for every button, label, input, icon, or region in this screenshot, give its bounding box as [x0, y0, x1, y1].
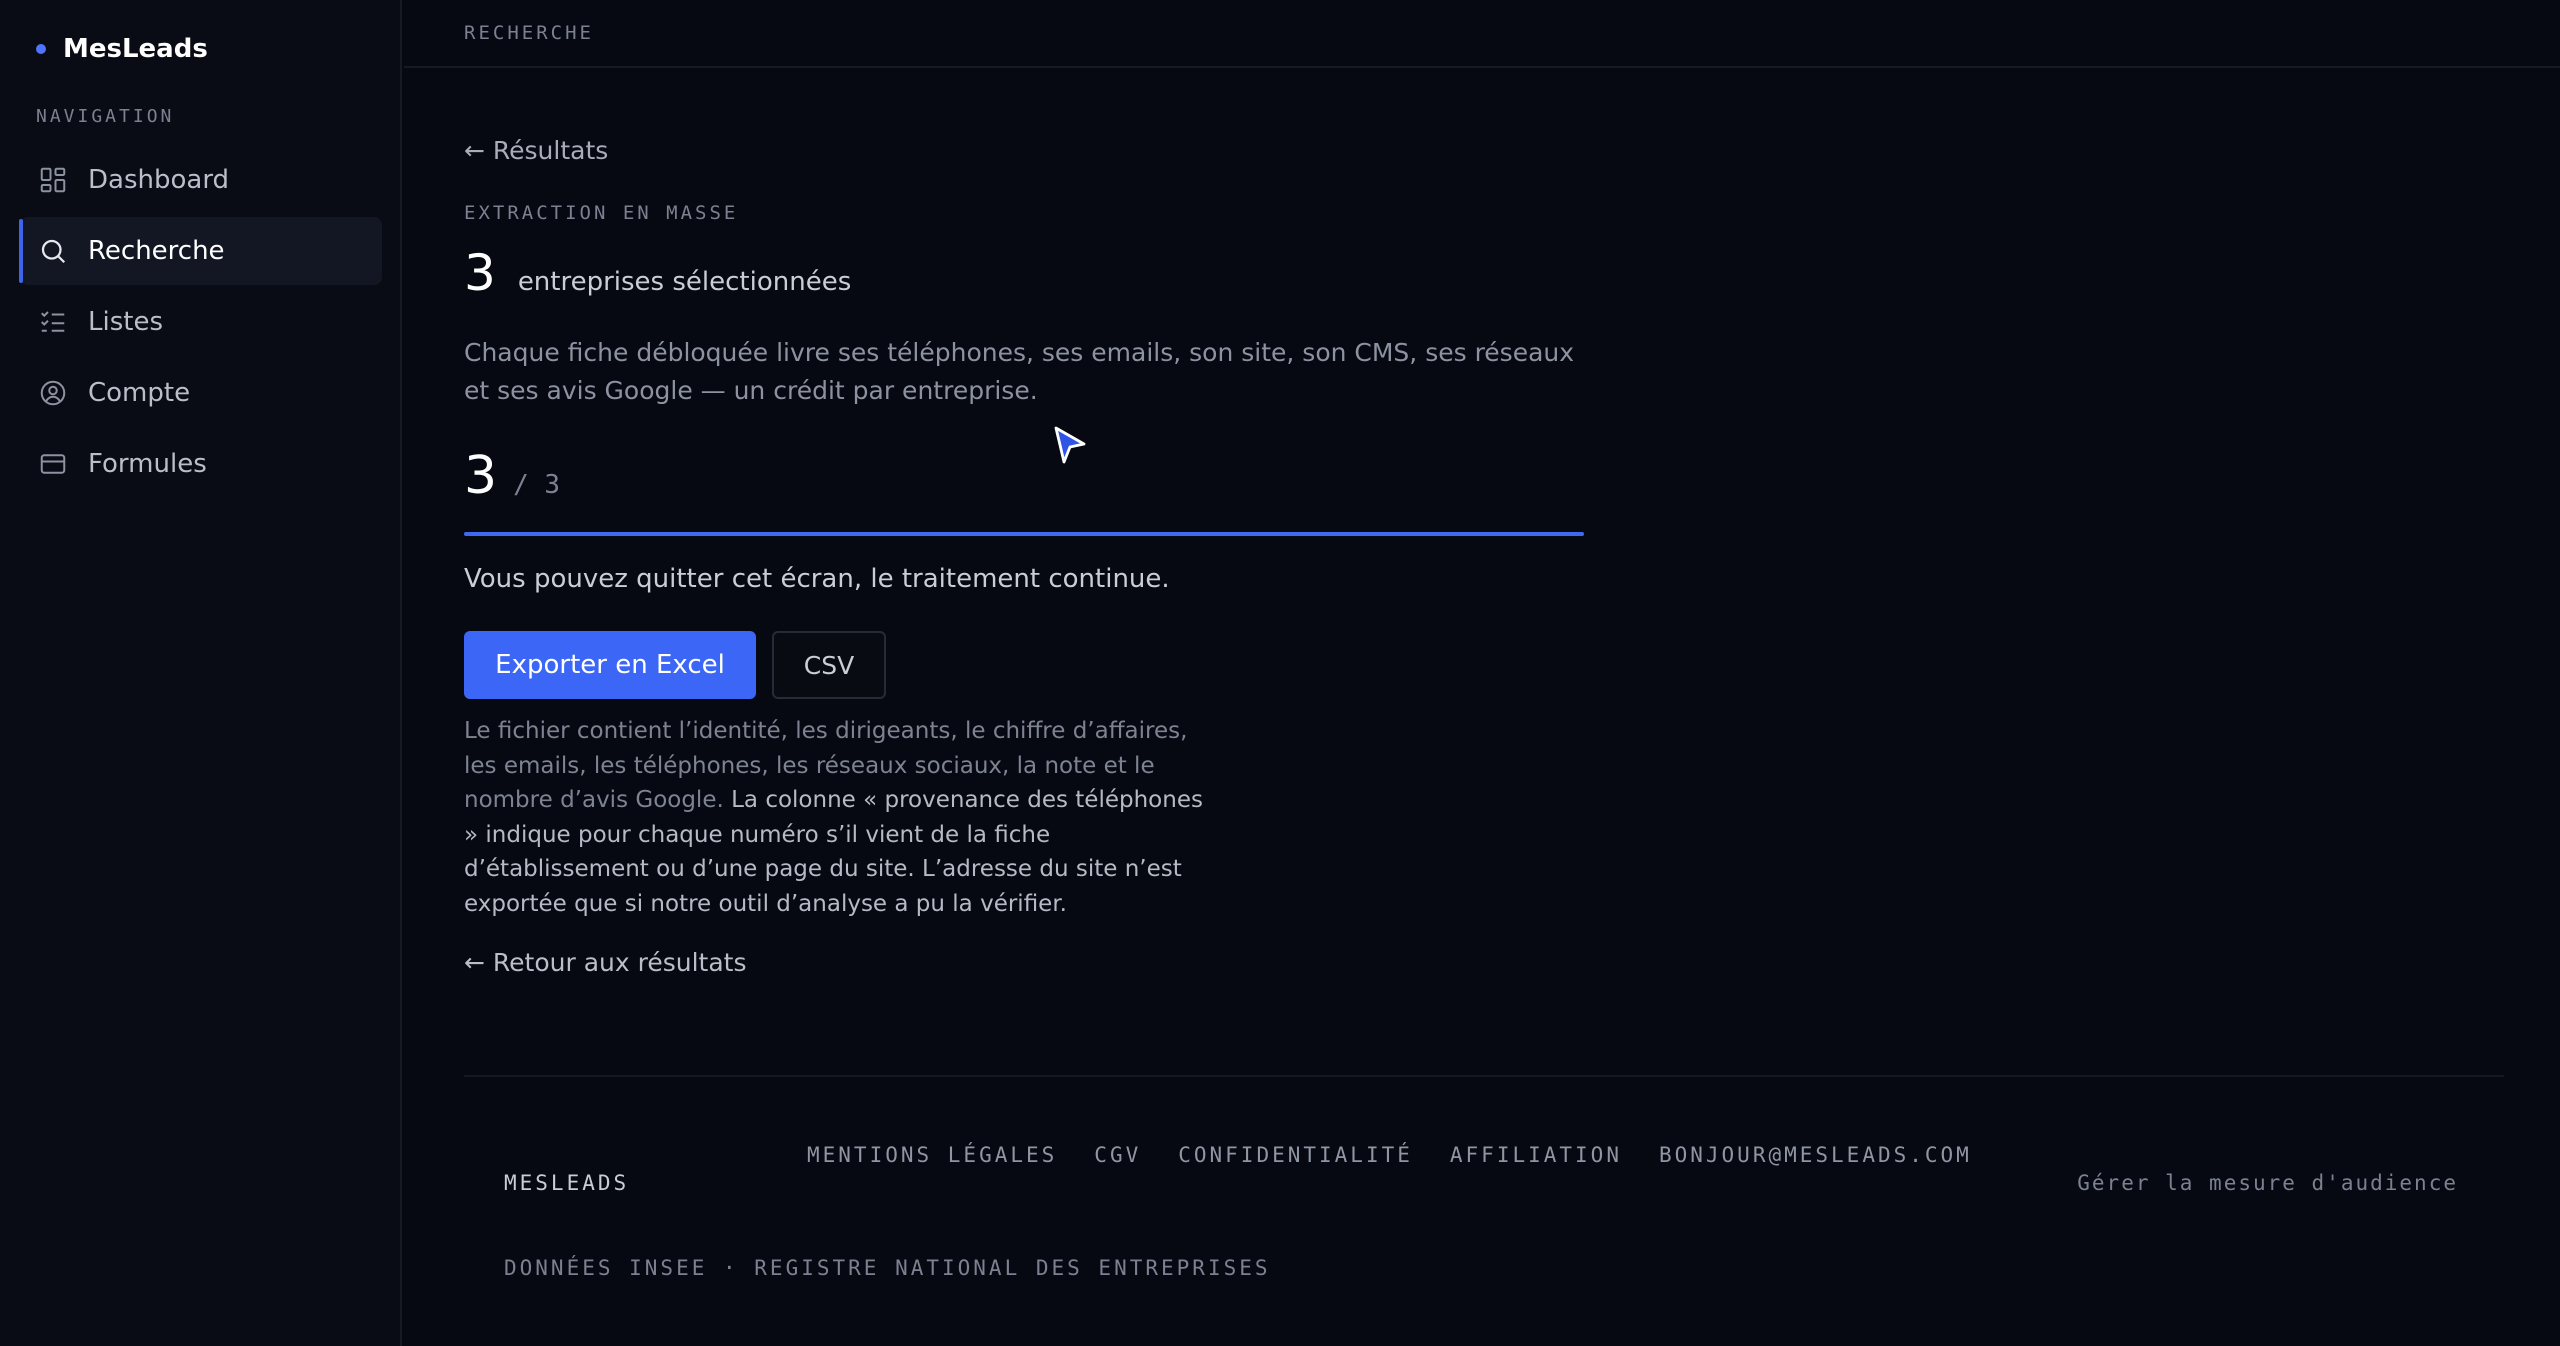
- sidebar-item-label: Listes: [88, 307, 163, 337]
- sidebar-item-label: Dashboard: [88, 165, 230, 195]
- back-to-results-link[interactable]: ← Résultats: [464, 136, 608, 165]
- footer-link-mentions[interactable]: MENTIONS LÉGALES: [807, 1143, 1057, 1167]
- brand[interactable]: MesLeads: [36, 34, 208, 64]
- export-excel-button[interactable]: Exporter en Excel: [464, 631, 756, 699]
- file-content-note: Le fichier contient l’identité, les diri…: [464, 714, 1214, 921]
- sidebar-item-label: Recherche: [88, 236, 225, 266]
- export-csv-button[interactable]: CSV: [772, 631, 886, 699]
- sidebar-item-listes[interactable]: Listes: [20, 288, 382, 356]
- nav-heading: NAVIGATION: [36, 106, 175, 127]
- sidebar-item-label: Formules: [88, 449, 207, 479]
- audience-settings-link[interactable]: Gérer la mesure d'audience: [2077, 1171, 2458, 1195]
- progress-total: / 3: [513, 470, 561, 500]
- credit-card-icon: [38, 449, 68, 479]
- brand-name: MesLeads: [63, 34, 208, 64]
- back-to-results-bottom-link[interactable]: ← Retour aux résultats: [464, 948, 746, 977]
- mouse-cursor-icon: [1054, 426, 1086, 464]
- sidebar-item-dashboard[interactable]: Dashboard: [20, 146, 382, 214]
- section-eyebrow: EXTRACTION EN MASSE: [464, 202, 739, 224]
- sidebar: MesLeads NAVIGATION Dashboard Recherche: [0, 0, 402, 1346]
- data-source-note: DONNÉES INSEE · REGISTRE NATIONAL DES EN…: [504, 1256, 1271, 1280]
- search-icon: [38, 236, 68, 266]
- progress-done: 3: [464, 446, 498, 506]
- footer-link-confidentialite[interactable]: CONFIDENTIALITÉ: [1178, 1143, 1413, 1167]
- progress-counter: 3 / 3: [464, 446, 560, 506]
- selected-count: 3: [464, 244, 496, 302]
- sidebar-item-recherche[interactable]: Recherche: [19, 217, 382, 285]
- footer-links: MENTIONS LÉGALES CGV CONFIDENTIALITÉ AFF…: [807, 1143, 2009, 1167]
- extraction-description: Chaque fiche débloquée livre ses télépho…: [464, 338, 1575, 405]
- footer-link-email[interactable]: BONJOUR@MESLEADS.COM: [1659, 1143, 1972, 1167]
- footer-brand: MESLEADS: [504, 1171, 630, 1195]
- progress-bar-fill: [464, 532, 1584, 536]
- dashboard-icon: [38, 165, 68, 195]
- footer-link-cgv[interactable]: CGV: [1094, 1143, 1141, 1167]
- selected-count-label: entreprises sélectionnées: [517, 267, 852, 297]
- processing-notice: Vous pouvez quitter cet écran, le traite…: [464, 564, 1170, 594]
- sidebar-item-label: Compte: [88, 378, 191, 408]
- footer-link-affiliation[interactable]: AFFILIATION: [1450, 1143, 1622, 1167]
- user-circle-icon: [38, 378, 68, 408]
- topbar: RECHERCHE: [404, 0, 2560, 68]
- page-title: RECHERCHE: [464, 22, 594, 44]
- sidebar-nav: Dashboard Recherche Listes Compte Formul…: [19, 146, 382, 501]
- progress-bar: [464, 532, 1584, 536]
- footer-divider: [464, 1075, 2504, 1077]
- selected-count-row: 3 entreprises sélectionnées: [464, 244, 851, 302]
- sidebar-item-formules[interactable]: Formules: [20, 430, 382, 498]
- sidebar-item-compte[interactable]: Compte: [20, 359, 382, 427]
- list-check-icon: [38, 307, 68, 337]
- brand-dot-icon: [36, 44, 46, 54]
